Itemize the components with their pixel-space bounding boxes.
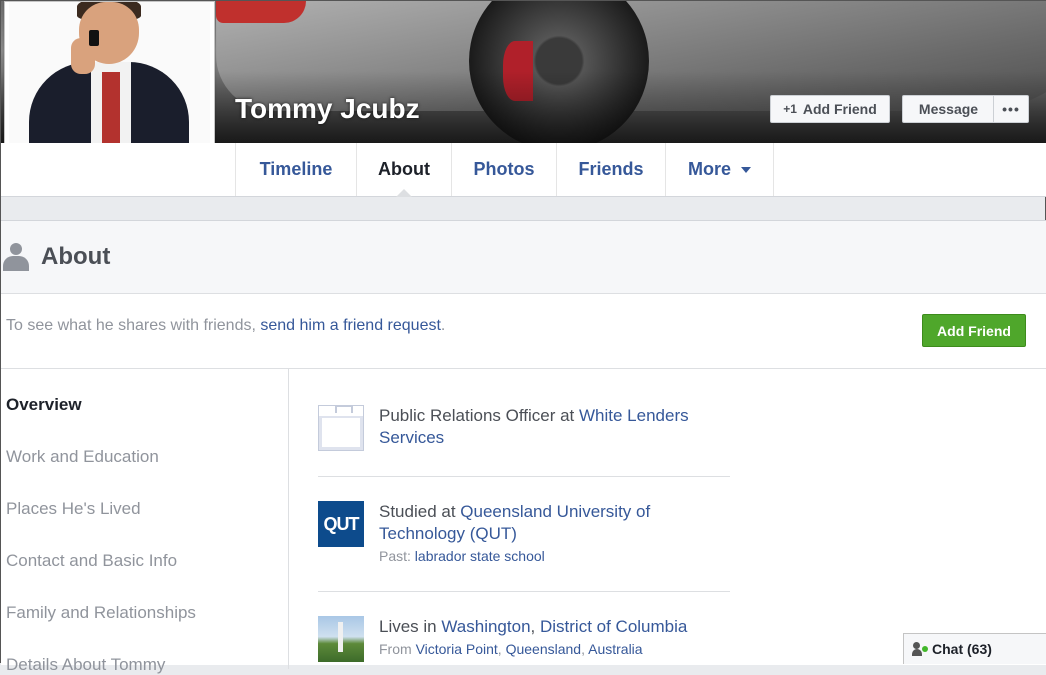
nav-work-education[interactable]: Work and Education: [6, 447, 159, 467]
chat-bar[interactable]: Chat (63): [903, 633, 1046, 664]
cover-car-light: [216, 1, 306, 23]
hometown-link[interactable]: Victoria Point: [416, 641, 498, 657]
photo-phone: [89, 30, 99, 46]
hometown-text: From Victoria Point, Queensland, Austral…: [379, 641, 643, 657]
nav-places-lived[interactable]: Places He's Lived: [6, 499, 141, 519]
tab-more-label: More: [687, 159, 731, 179]
place-photo-icon[interactable]: [318, 616, 364, 662]
from-prefix: From: [379, 641, 416, 657]
add-friend-green-button[interactable]: Add Friend: [922, 314, 1026, 347]
person-icon: [3, 243, 29, 271]
active-tab-indicator: [396, 189, 412, 197]
nav-contact-info[interactable]: Contact and Basic Info: [6, 551, 177, 571]
tab-photos[interactable]: Photos: [451, 143, 556, 196]
education-past: Past: labrador state school: [379, 548, 545, 564]
notice-suffix: .: [440, 317, 446, 334]
more-options-button[interactable]: •••: [993, 95, 1029, 123]
education-entry: QUT Studied at Queensland University of …: [318, 501, 730, 571]
divider: [318, 476, 730, 477]
send-friend-request-link[interactable]: send him a friend request: [260, 317, 441, 334]
past-school-link[interactable]: labrador state school: [415, 548, 545, 564]
state-link[interactable]: Queensland: [506, 641, 582, 657]
friend-request-notice: To see what he shares with friends, send…: [1, 294, 1046, 369]
place-sep: ,: [530, 617, 540, 636]
tab-friends[interactable]: Friends: [556, 143, 665, 196]
notice-text: To see what he shares with friends, send…: [6, 317, 445, 335]
city-link[interactable]: Washington: [441, 617, 530, 636]
profile-tabs: Timeline About Photos Friends More: [1, 143, 1046, 197]
region-link[interactable]: District of Columbia: [540, 617, 687, 636]
caret-down-icon: [741, 166, 751, 173]
place-text: Lives in Washington, District of Columbi…: [379, 616, 719, 638]
country-link[interactable]: Australia: [588, 641, 642, 657]
nav-overview[interactable]: Overview: [6, 395, 82, 415]
nav-details[interactable]: Details About Tommy: [6, 655, 165, 675]
work-entry: Public Relations Officer at White Lender…: [318, 405, 730, 465]
add-friend-label: Add Friend: [802, 101, 877, 117]
past-prefix: Past:: [379, 548, 415, 564]
briefcase-icon: [318, 405, 364, 451]
place-entry: Lives in Washington, District of Columbi…: [318, 616, 730, 664]
nav-family-relationships[interactable]: Family and Relationships: [6, 603, 196, 623]
about-nav: Overview Work and Education Places He's …: [1, 369, 289, 674]
add-friend-button[interactable]: +1 Add Friend: [770, 95, 890, 123]
education-prefix: Studied at: [379, 502, 461, 521]
divider: [318, 591, 730, 592]
chat-label: Chat (63): [932, 641, 992, 657]
tab-timeline[interactable]: Timeline: [235, 143, 356, 196]
education-text: Studied at Queensland University of Tech…: [379, 501, 719, 545]
notice-prefix: To see what he shares with friends,: [6, 317, 261, 334]
from-sep1: ,: [497, 641, 506, 657]
about-title: About: [41, 243, 111, 270]
work-text: Public Relations Officer at White Lender…: [379, 405, 719, 449]
place-prefix: Lives in: [379, 617, 442, 636]
work-prefix: Public Relations Officer at: [379, 406, 579, 425]
message-button[interactable]: Message: [902, 95, 994, 123]
about-header: About: [1, 221, 1046, 294]
add-friend-icon: +1: [783, 102, 797, 116]
chat-online-icon: [912, 642, 928, 656]
school-logo-icon[interactable]: QUT: [318, 501, 364, 547]
tab-more[interactable]: More: [665, 143, 774, 196]
profile-name[interactable]: Tommy Jcubz: [235, 93, 420, 125]
